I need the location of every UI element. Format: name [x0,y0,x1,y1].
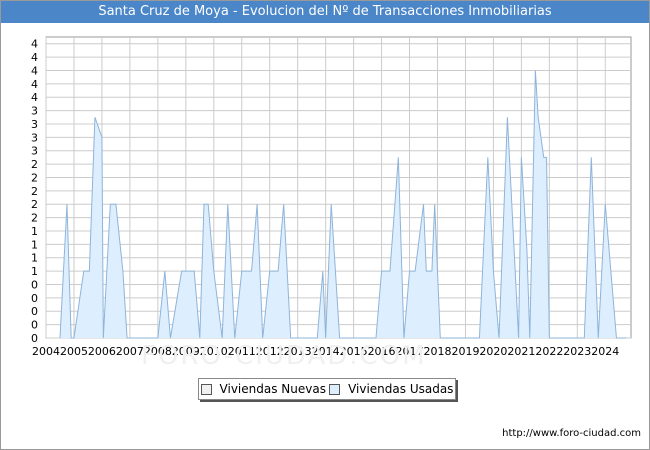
y-tick-label: 1 [31,265,38,278]
x-tick-label: 2018 [423,345,451,358]
y-tick-label: 2 [31,198,38,211]
x-tick-label: 2021 [507,345,535,358]
legend-label-nuevas: Viviendas Nuevas [219,382,326,396]
x-tick-label: 2024 [591,345,619,358]
x-tick-label: 2006 [88,345,116,358]
legend-label-usadas: Viviendas Usadas [348,382,454,396]
y-tick-label: 0 [31,332,38,345]
y-tick-label: 0 [31,305,38,318]
y-tick-label: 1 [31,225,38,238]
y-tick-label: 3 [31,131,38,144]
legend-item-usadas: Viviendas Usadas [329,382,453,396]
y-tick-label: 4 [31,78,38,91]
legend-swatch-nuevas [200,383,212,395]
chart-frame: Santa Cruz de Moya - Evolucion del Nº de… [0,0,650,450]
x-tick-label: 2004 [32,345,60,358]
x-tick-label: 2023 [563,345,591,358]
x-tick-label: 2020 [479,345,507,358]
y-tick-label: 0 [31,292,38,305]
y-tick-label: 2 [31,171,38,184]
watermark-text: FORO-CIUDAD.COM [141,341,427,371]
y-tick-label: 3 [31,118,38,131]
y-tick-label: 3 [31,145,38,158]
y-tick-label: 1 [31,252,38,265]
y-tick-label: 4 [31,51,38,64]
x-tick-label: 2022 [535,345,563,358]
y-tick-label: 4 [31,38,38,51]
y-tick-label: 0 [31,319,38,332]
x-tick-label: 2019 [451,345,479,358]
y-tick-label: 4 [31,64,38,77]
legend-item-nuevas: Viviendas Nuevas [200,382,326,396]
y-tick-label: 4 [31,91,38,104]
chart-legend: Viviendas Nuevas Viviendas Usadas [198,378,456,400]
x-tick-label: 2007 [116,345,144,358]
y-axis-tick-labels: 00000111122222333344444 [31,38,38,345]
source-link[interactable]: http://www.foro-ciudad.com [502,428,641,439]
legend-swatch-usadas [329,383,341,395]
y-tick-label: 2 [31,185,38,198]
y-tick-label: 0 [31,278,38,291]
y-tick-label: 1 [31,238,38,251]
x-tick-label: 2005 [60,345,88,358]
y-tick-label: 3 [31,105,38,118]
y-tick-label: 2 [31,158,38,171]
y-tick-label: 2 [31,212,38,225]
